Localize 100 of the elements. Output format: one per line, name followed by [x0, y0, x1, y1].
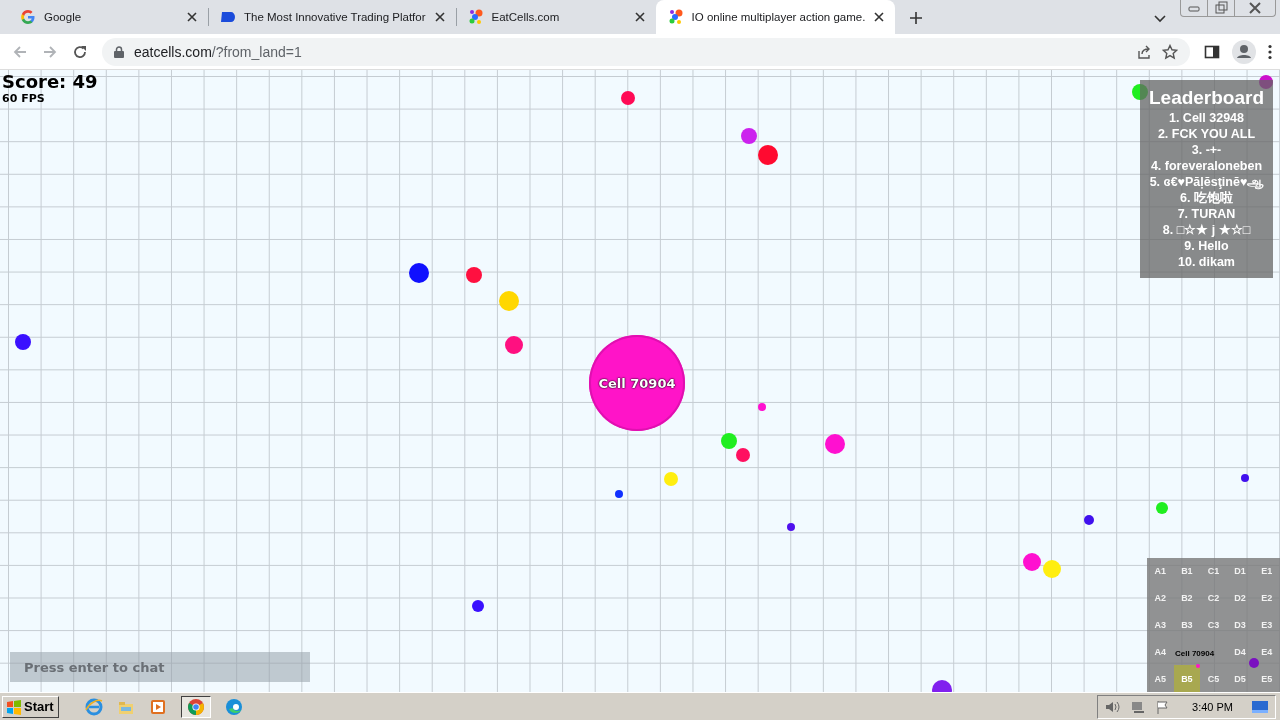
- network-icon[interactable]: [1130, 699, 1147, 714]
- side-panel-icon[interactable]: [1204, 43, 1220, 60]
- food-pellet: [499, 291, 519, 311]
- leaderboard-title: Leaderboard: [1148, 86, 1265, 110]
- food-pellet: [15, 334, 31, 350]
- food-pellet: [466, 267, 482, 283]
- leaderboard-entry: 6. 吃饱啦: [1180, 190, 1233, 206]
- food-pellet: [758, 403, 766, 411]
- sector-label: A5: [1154, 673, 1167, 684]
- chevron-down-icon[interactable]: [1154, 15, 1166, 23]
- food-pellet: [736, 448, 750, 462]
- browser-tab[interactable]: Google: [8, 0, 208, 34]
- plus-icon[interactable]: [909, 11, 924, 25]
- sector-label: D4: [1234, 646, 1246, 657]
- clock-time: 3:40 PM: [1192, 700, 1233, 713]
- minimap-cell-dot: [1249, 658, 1259, 668]
- chat-input[interactable]: Press enter to chat: [10, 652, 310, 682]
- colored-dots-icon: [667, 9, 684, 25]
- address-bar[interactable]: eatcells.com/?from_land=1: [102, 37, 1190, 66]
- media-player-icon[interactable]: [148, 697, 167, 716]
- sector-label: A2: [1154, 593, 1167, 604]
- leaderboard-entry: 1. Cell 32948: [1168, 110, 1245, 126]
- sector-label: D5: [1234, 673, 1246, 684]
- tab-title: The Most Innovative Trading Platfor: [244, 11, 426, 23]
- food-pellet: [664, 472, 678, 486]
- sector-label: D2: [1234, 593, 1246, 604]
- food-pellet: [787, 523, 795, 531]
- food-pellet: [1156, 502, 1168, 514]
- url-text: eatcells.com/?from_land=1: [134, 43, 302, 60]
- food-pellet: [1241, 474, 1249, 482]
- edge-icon[interactable]: [224, 697, 243, 716]
- close-icon[interactable]: [873, 11, 886, 23]
- food-pellet: [741, 128, 757, 144]
- sector-label: C2: [1207, 593, 1220, 604]
- sector-label: E5: [1261, 673, 1273, 684]
- sector-label: A4: [1154, 646, 1167, 657]
- minimap-player-dot: [1196, 664, 1200, 668]
- sector-label: B2: [1181, 593, 1193, 604]
- google-g-icon: [20, 9, 36, 25]
- leaderboard-entry: 3. -+-: [1191, 142, 1222, 158]
- browser-tab[interactable]: The Most Innovative Trading Platfor: [208, 0, 456, 34]
- sector-label: E2: [1261, 593, 1273, 604]
- food-pellet: [409, 263, 429, 283]
- windows-flag-icon: [6, 698, 22, 715]
- chrome-taskbar-button[interactable]: [180, 695, 211, 718]
- leaderboard-entry: 8. □☆★ j ★☆□: [1162, 222, 1251, 238]
- profile-icon[interactable]: [1232, 39, 1256, 64]
- star-icon[interactable]: [1162, 43, 1178, 60]
- lock-icon: [114, 45, 124, 58]
- sector-label: A1: [1154, 566, 1167, 577]
- player-name: Cell 70904: [598, 375, 676, 391]
- flag-icon[interactable]: [1156, 699, 1171, 714]
- score-text: Score: 49: [2, 72, 98, 92]
- sector-label: E1: [1261, 566, 1273, 577]
- leaderboard-entry: 5. ɞ€♥Pāļēsţinē♥ஆ: [1149, 174, 1264, 190]
- food-pellet: [505, 336, 523, 354]
- sector-label: E4: [1261, 646, 1273, 657]
- sector-label: D3: [1234, 620, 1246, 630]
- leaderboard-entry: 7. TURAN: [1177, 206, 1236, 222]
- tab-title: IO online multiplayer action game.: [691, 11, 866, 23]
- colored-dots-icon: [467, 9, 484, 25]
- sector-label: C1: [1207, 566, 1220, 577]
- desktop-icon[interactable]: [1251, 699, 1269, 714]
- close-icon[interactable]: [186, 11, 198, 23]
- leaderboard-entry: 2. FCK YOU ALL: [1157, 126, 1256, 142]
- reload-icon[interactable]: [72, 43, 88, 60]
- chrome-icon: [186, 697, 205, 716]
- fps-counter: 60 FPS: [2, 92, 46, 105]
- food-pellet: [825, 434, 845, 454]
- food-pellet: [1023, 553, 1041, 571]
- food-pellet: [472, 600, 484, 612]
- speaker-icon[interactable]: [1104, 699, 1121, 714]
- flag-shape-icon: [220, 9, 236, 25]
- sector-label: B3: [1181, 620, 1193, 630]
- leaderboard-entry: 10. dikam: [1178, 254, 1235, 270]
- food-pellet: [721, 433, 737, 449]
- sector-label: C3: [1207, 620, 1220, 630]
- sector-label: B5: [1181, 673, 1193, 684]
- menu-dots-icon[interactable]: [1268, 43, 1272, 60]
- tab-title: EatCells.com: [491, 11, 561, 23]
- browser-tab[interactable]: IO online multiplayer action game.: [655, 0, 896, 34]
- sector-label: A3: [1154, 620, 1167, 630]
- tab-title: Google: [44, 11, 83, 23]
- food-pellet: [615, 490, 623, 498]
- share-icon[interactable]: [1136, 43, 1152, 60]
- food-pellet: [621, 91, 635, 105]
- browser-tab[interactable]: EatCells.com: [455, 0, 656, 34]
- minimap-player-label: Cell 70904: [1175, 649, 1215, 658]
- food-pellet: [1043, 560, 1061, 578]
- sector-label: C5: [1207, 673, 1220, 684]
- food-pellet: [758, 145, 778, 165]
- close-icon[interactable]: [433, 11, 446, 23]
- sector-label: E3: [1261, 620, 1273, 630]
- sector-label: B1: [1181, 566, 1193, 577]
- start-button[interactable]: Start: [2, 695, 59, 718]
- close-icon[interactable]: [633, 11, 646, 23]
- leaderboard-entry: 9. Hello: [1184, 238, 1229, 254]
- leaderboard-entry: 4. foreveraloneben: [1150, 158, 1263, 174]
- sector-label: D1: [1234, 566, 1246, 577]
- food-pellet: [1084, 515, 1094, 525]
